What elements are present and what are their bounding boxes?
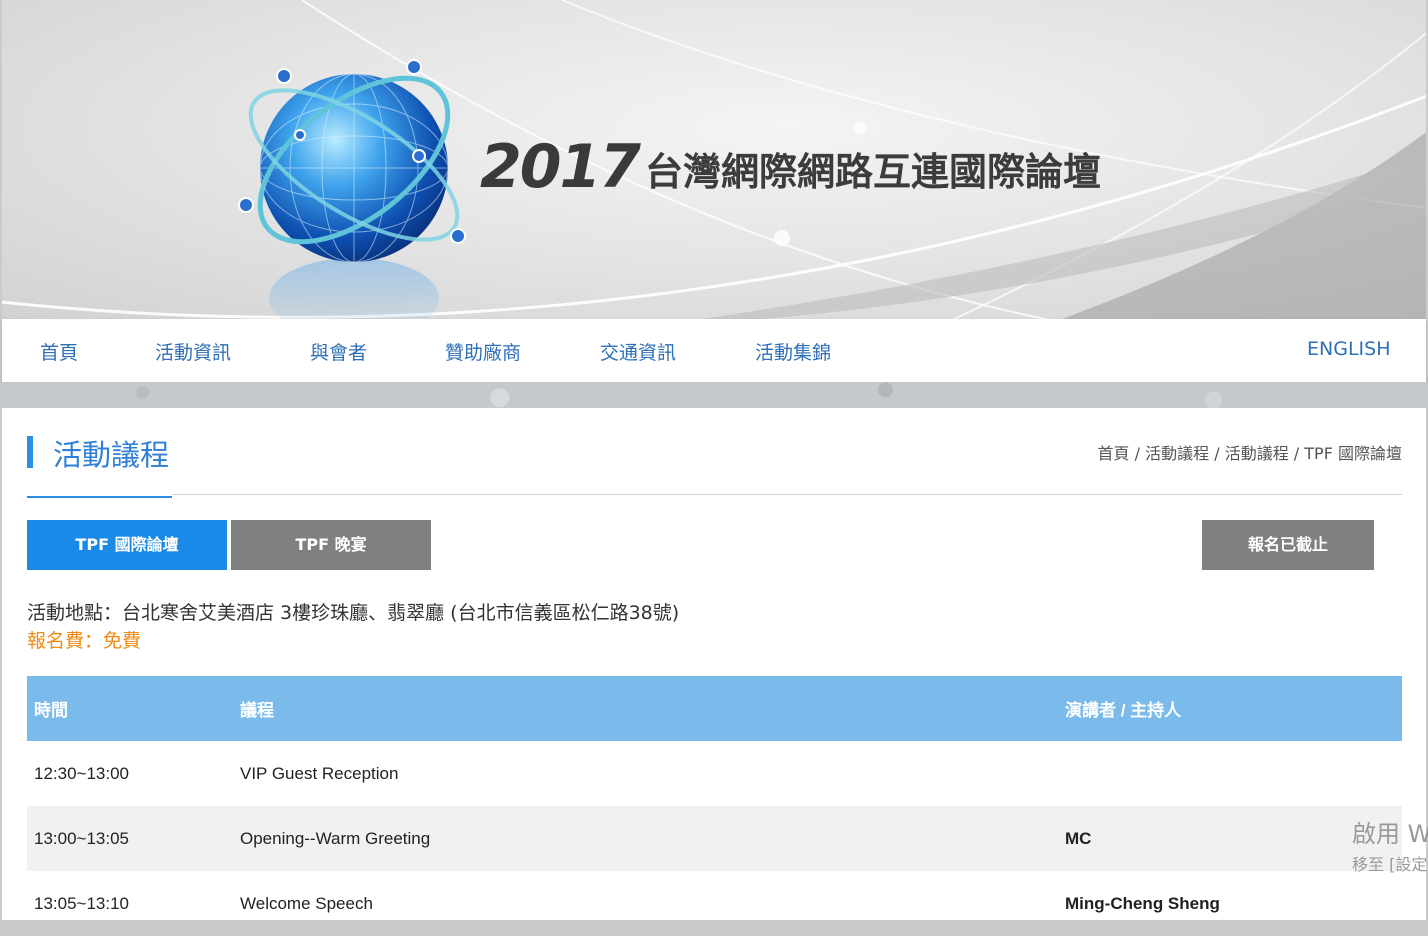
registration-closed-button[interactable]: 報名已截止 xyxy=(1202,520,1374,570)
nav-item-event-info[interactable]: 活動資訊 xyxy=(155,338,231,365)
row-time: 13:05~13:10 xyxy=(34,893,130,913)
breadcrumb-current: TPF 國際論壇 xyxy=(1304,444,1402,463)
tab-tpf-banquet[interactable]: TPF 晚宴 xyxy=(231,520,431,570)
table-header-row: 時間 議程 演講者 / 主持人 xyxy=(27,676,1402,741)
page-title: 活動議程 xyxy=(53,438,170,472)
title-divider xyxy=(172,494,1402,495)
table-row: 13:05~13:10 Welcome Speech Ming-Cheng Sh… xyxy=(27,871,1402,936)
event-venue: 活動地點：台北寒舍艾美酒店 3樓珍珠廳、翡翠廳 (台北市信義區松仁路38號) xyxy=(27,602,680,624)
nav-item-english[interactable]: ENGLISH xyxy=(1307,338,1390,360)
breadcrumb-separator: / xyxy=(1209,444,1225,463)
watermark-line-2: 移至 [設定 xyxy=(1352,855,1428,874)
watermark-line-1: 啟用 W xyxy=(1352,820,1428,848)
row-speaker: MC xyxy=(1058,806,1402,871)
site-logo-title: 2017 台灣網際網路互連國際論壇 xyxy=(480,128,1101,198)
breadcrumb-agenda[interactable]: 活動議程 xyxy=(1145,444,1209,463)
table-row: 12:30~13:00 VIP Guest Reception xyxy=(27,741,1402,806)
table-row: 13:00~13:05 Opening--Warm Greeting MC xyxy=(27,806,1402,871)
nav-item-transport[interactable]: 交通資訊 xyxy=(600,338,676,365)
nav-item-sponsors[interactable]: 贊助廠商 xyxy=(445,338,521,365)
title-accent-bar xyxy=(27,436,33,468)
decorative-texture-strip xyxy=(0,382,1428,408)
nav-item-attendees[interactable]: 與會者 xyxy=(310,338,367,365)
logo-year: 2017 xyxy=(480,132,641,202)
row-speaker xyxy=(1058,741,1402,806)
row-speaker: Ming-Cheng Sheng xyxy=(1065,893,1220,913)
breadcrumb: 首頁 / 活動議程 / 活動議程 / TPF 國際論壇 xyxy=(1098,440,1402,464)
main-navigation: 首頁 活動資訊 與會者 贊助廠商 交通資訊 活動集錦 ENGLISH xyxy=(2,319,1426,382)
nav-item-gallery[interactable]: 活動集錦 xyxy=(755,338,831,365)
header-speaker: 演講者 / 主持人 xyxy=(1058,676,1402,741)
row-time: 12:30~13:00 xyxy=(34,763,130,783)
breadcrumb-agenda-sub[interactable]: 活動議程 xyxy=(1225,444,1289,463)
main-content: 活動議程 首頁 / 活動議程 / 活動議程 / TPF 國際論壇 TPF 國際論… xyxy=(2,408,1426,920)
breadcrumb-home[interactable]: 首頁 xyxy=(1098,444,1130,463)
breadcrumb-separator: / xyxy=(1288,444,1305,463)
row-time: 13:00~13:05 xyxy=(27,806,233,871)
header-time: 時間 xyxy=(27,676,233,741)
page-title-block: 活動議程 xyxy=(27,436,172,498)
logo-title-text: 台灣網際網路互連國際論壇 xyxy=(645,150,1102,194)
header-agenda: 議程 xyxy=(233,676,1058,741)
nav-item-home[interactable]: 首頁 xyxy=(40,338,78,365)
schedule-table: 時間 議程 演講者 / 主持人 12:30~13:00 VIP Guest Re… xyxy=(27,676,1402,936)
row-agenda: VIP Guest Reception xyxy=(240,763,399,783)
tab-tpf-forum[interactable]: TPF 國際論壇 xyxy=(27,520,227,570)
event-fee: 報名費：免費 xyxy=(27,630,142,652)
breadcrumb-separator: / xyxy=(1129,444,1146,463)
windows-activation-watermark: 啟用 W 移至 [設定 xyxy=(1352,814,1428,875)
header-banner: 2017 台灣網際網路互連國際論壇 xyxy=(2,0,1426,319)
row-agenda: Welcome Speech xyxy=(240,893,373,913)
row-agenda: Opening--Warm Greeting xyxy=(233,806,1058,871)
